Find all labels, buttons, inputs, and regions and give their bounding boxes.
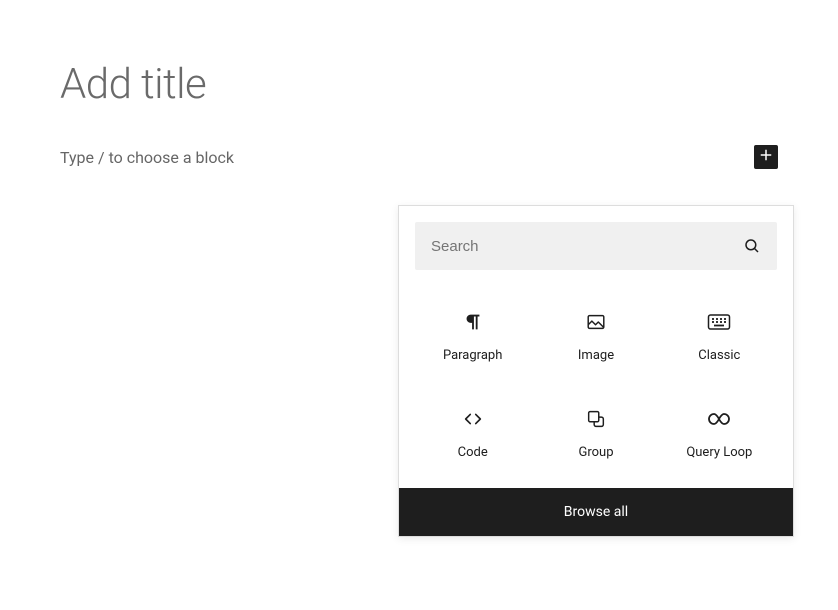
block-label: Paragraph bbox=[443, 348, 502, 363]
search-input[interactable] bbox=[431, 238, 743, 255]
search-box bbox=[415, 222, 777, 270]
image-icon bbox=[585, 310, 607, 334]
block-item-image[interactable]: Image bbox=[534, 302, 657, 371]
block-item-group[interactable]: Group bbox=[534, 399, 657, 468]
editor-canvas: Add title Type / to choose a block bbox=[0, 0, 838, 169]
block-label: Group bbox=[578, 445, 613, 460]
default-block-appender: Type / to choose a block bbox=[60, 145, 778, 169]
block-label: Query Loop bbox=[686, 445, 752, 460]
loop-icon bbox=[707, 407, 731, 431]
block-prompt[interactable]: Type / to choose a block bbox=[60, 148, 234, 167]
search-container bbox=[399, 206, 793, 286]
block-label: Code bbox=[458, 445, 488, 460]
block-inserter-panel: Paragraph Image bbox=[398, 205, 794, 537]
plus-icon bbox=[757, 146, 775, 168]
search-icon bbox=[743, 237, 761, 255]
keyboard-icon bbox=[707, 310, 731, 334]
code-icon bbox=[462, 407, 484, 431]
block-label: Image bbox=[578, 348, 614, 363]
blocks-grid: Paragraph Image bbox=[399, 286, 793, 488]
block-item-classic[interactable]: Classic bbox=[658, 302, 781, 371]
paragraph-icon bbox=[462, 310, 484, 334]
group-icon bbox=[585, 407, 607, 431]
block-item-query-loop[interactable]: Query Loop bbox=[658, 399, 781, 468]
browse-all-button[interactable]: Browse all bbox=[399, 488, 793, 536]
block-item-code[interactable]: Code bbox=[411, 399, 534, 468]
block-item-paragraph[interactable]: Paragraph bbox=[411, 302, 534, 371]
post-title-input[interactable]: Add title bbox=[60, 60, 778, 109]
add-block-button[interactable] bbox=[754, 145, 778, 169]
block-label: Classic bbox=[698, 348, 740, 363]
